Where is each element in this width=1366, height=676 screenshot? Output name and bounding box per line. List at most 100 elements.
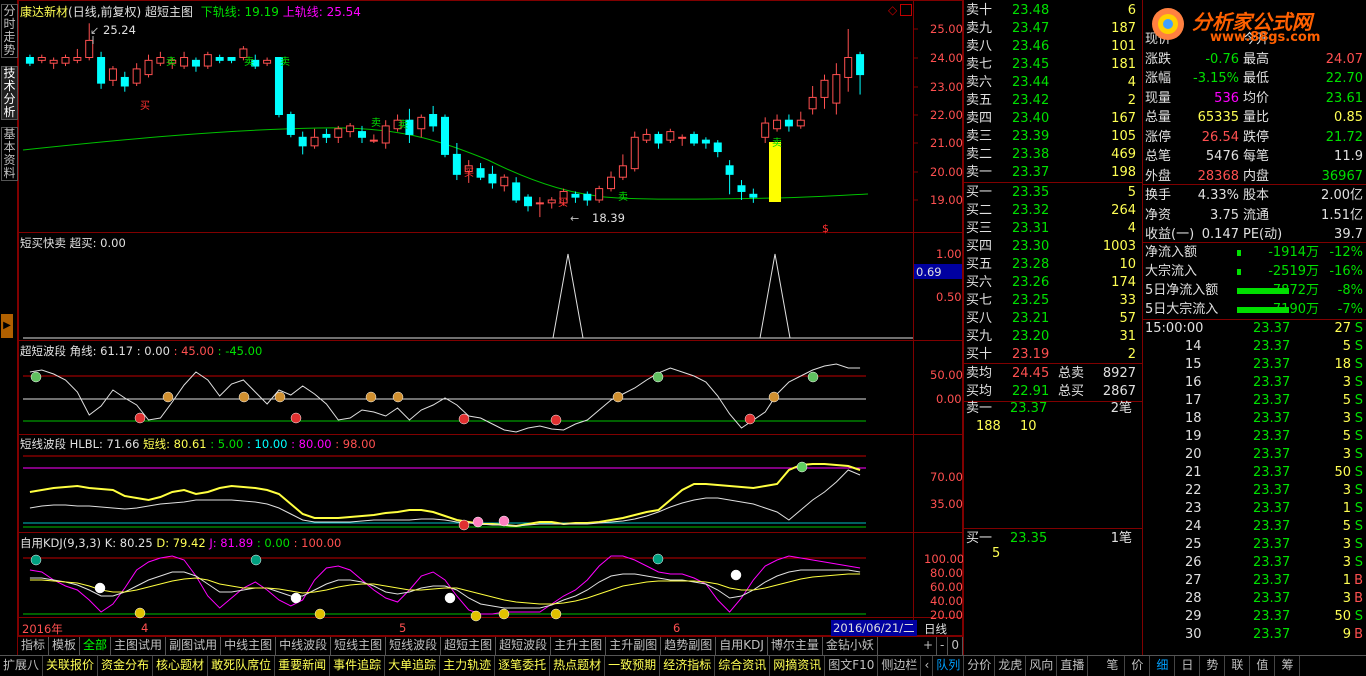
ask-row[interactable]: 卖八 23.46 101 [966, 38, 1140, 56]
tab-indicator-item[interactable]: 超短波段 [496, 637, 552, 655]
status-item[interactable]: 一致预期 [605, 656, 661, 676]
status-item[interactable]: 主力轨迹 [440, 656, 496, 676]
bid-row[interactable]: 买四 23.30 1003 [966, 238, 1140, 256]
ask-row[interactable]: 卖五 23.42 2 [966, 92, 1140, 110]
queue-count: 2笔 [1110, 401, 1132, 416]
down-signal-icon [30, 554, 42, 566]
indicator-name: 超短主图 [145, 5, 194, 19]
maximize-box-icon[interactable] [900, 4, 912, 16]
tab-indicator-item[interactable]: 短线波段 [386, 637, 442, 655]
tick-side: B [1354, 591, 1363, 606]
bid-row[interactable]: 买一 23.35 5 [966, 184, 1140, 202]
collapse-icon[interactable]: ‹ [921, 656, 934, 676]
signal-icon [30, 371, 42, 383]
status-item[interactable]: 关联报价 [43, 656, 99, 676]
bid-row[interactable]: 买六 23.26 174 [966, 274, 1140, 292]
status-item[interactable]: 分价 [964, 656, 996, 676]
ask-row[interactable]: 卖七 23.45 181 [966, 56, 1140, 74]
status-item[interactable]: 值 [1250, 656, 1276, 676]
tab-intraday[interactable]: 分时走势 [1, 4, 18, 58]
zero-button[interactable]: 0 [948, 637, 963, 655]
tab-indicator-item[interactable]: 超短主图 [441, 637, 497, 655]
tab-indicator-item[interactable]: 副图试用 [166, 637, 222, 655]
tab-indicator-item[interactable]: 自用KDJ [716, 637, 768, 655]
ask-row[interactable]: 卖九 23.47 187 [966, 20, 1140, 38]
stat-value: -0.76 [1205, 51, 1239, 67]
tab-fundamental[interactable]: 基本资料 [1, 127, 18, 181]
tab-indicator-item[interactable]: 主升副图 [606, 637, 662, 655]
status-item[interactable]: 风向 [1026, 656, 1058, 676]
period-label[interactable]: 日线 [924, 621, 947, 637]
tab-indicator[interactable]: 指标 [18, 637, 50, 655]
ask-label: 卖二 [966, 147, 993, 162]
bid-row[interactable]: 买三 23.31 4 [966, 220, 1140, 238]
status-item[interactable]: 经济指标 [660, 656, 716, 676]
status-item[interactable]: 细 [1150, 656, 1176, 676]
candle-body [227, 57, 236, 61]
tab-technical[interactable]: 技术分析 [1, 66, 18, 120]
status-item[interactable]: 综合资讯 [715, 656, 771, 676]
status-item[interactable]: 网摘资讯 [770, 656, 826, 676]
status-item[interactable]: 直播 [1057, 656, 1089, 676]
bid-row[interactable]: 买七 23.25 33 [966, 292, 1140, 310]
svg-text:卖: 卖 [280, 56, 290, 68]
bid-price: 23.31 [1012, 221, 1050, 236]
status-item-sidebar[interactable]: 侧边栏 [878, 656, 922, 676]
status-item[interactable]: 图文F10 [825, 656, 879, 676]
status-item[interactable]: 联 [1225, 656, 1251, 676]
status-item[interactable]: 事件追踪 [330, 656, 386, 676]
status-item[interactable]: 价 [1125, 656, 1151, 676]
bid-row[interactable]: 买九 23.20 31 [966, 328, 1140, 346]
tab-indicator-item[interactable]: 中线主图 [221, 637, 277, 655]
bid-row[interactable]: 买二 23.32 264 [966, 202, 1140, 220]
cross-signal-icon [94, 582, 106, 594]
tab-indicator-item[interactable]: 中线波段 [276, 637, 332, 655]
ask-label: 卖九 [966, 21, 993, 36]
status-item[interactable]: 笔 [1100, 656, 1126, 676]
status-item[interactable]: 重要新闻 [275, 656, 331, 676]
tick-row: 28 23.37 3 B [1145, 590, 1365, 608]
ask-row[interactable]: 卖四 23.40 167 [966, 110, 1140, 128]
status-item[interactable]: 日 [1175, 656, 1201, 676]
ask-row[interactable]: 卖三 23.39 105 [966, 128, 1140, 146]
ask-row[interactable]: 卖十 23.48 6 [966, 2, 1140, 20]
tab-template[interactable]: 模板 [49, 637, 81, 655]
tab-indicator-item[interactable]: 金钻小妖 [823, 637, 878, 655]
candle-body [37, 57, 46, 61]
tab-indicator-item[interactable]: 短线主图 [331, 637, 387, 655]
bid-row[interactable]: 买十 23.19 2 [966, 346, 1140, 364]
status-item[interactable]: 大单追踪 [385, 656, 441, 676]
expand-arrow-icon[interactable]: ▶ [1, 314, 13, 338]
status-item[interactable]: 逐笔委托 [495, 656, 551, 676]
stock-name[interactable]: 康达新材 [20, 5, 68, 19]
tick-time: 24 [1185, 519, 1202, 534]
tab-all[interactable]: 全部 [80, 637, 112, 655]
bid-row[interactable]: 买八 23.21 57 [966, 310, 1140, 328]
bid-volume: 264 [1111, 203, 1136, 218]
status-item[interactable]: 热点题材 [550, 656, 606, 676]
bid-row[interactable]: 买五 23.28 10 [966, 256, 1140, 274]
tick-side: S [1354, 357, 1363, 372]
zoom-out-button[interactable]: - [937, 637, 949, 655]
ask-row[interactable]: 卖六 23.44 4 [966, 74, 1140, 92]
tab-indicator-item[interactable]: 主升主图 [551, 637, 607, 655]
status-item[interactable]: 龙虎 [995, 656, 1027, 676]
candle-body [346, 125, 355, 133]
sell1-queue-row[interactable]: 卖一 23.37 2笔 [966, 400, 1140, 418]
tick-time: 27 [1185, 573, 1202, 588]
tab-indicator-item[interactable]: 趋势副图 [661, 637, 717, 655]
status-item[interactable]: 扩展八 [0, 656, 44, 676]
tab-indicator-item[interactable]: 主图试用 [111, 637, 167, 655]
ask-row[interactable]: 卖二 23.38 469 [966, 146, 1140, 164]
zoom-in-button[interactable]: + [920, 637, 938, 655]
tick-price: 23.37 [1253, 375, 1291, 390]
status-item-queue[interactable]: 队列 [933, 656, 965, 676]
tab-indicator-item[interactable]: 博尔主量 [768, 637, 823, 655]
status-item[interactable]: 敢死队席位 [208, 656, 276, 676]
status-item[interactable]: 筹 [1275, 656, 1301, 676]
status-item[interactable]: 势 [1200, 656, 1226, 676]
diamond-icon[interactable]: ◇ [888, 3, 897, 17]
ask-row[interactable]: 卖一 23.37 198 [966, 164, 1140, 182]
status-item[interactable]: 资金分布 [98, 656, 154, 676]
status-item[interactable]: 核心题材 [153, 656, 209, 676]
